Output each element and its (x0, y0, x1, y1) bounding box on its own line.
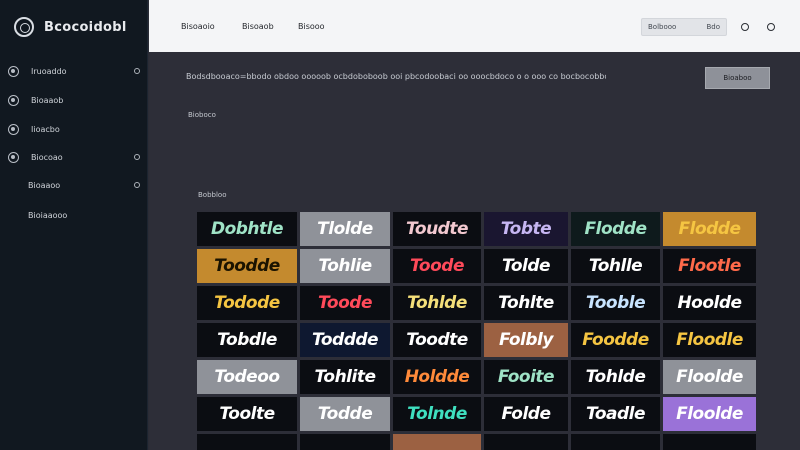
settings-icon[interactable] (741, 23, 749, 31)
top-nav-link-1[interactable]: Bisoaoio (181, 22, 215, 31)
font-tile[interactable]: Folde (484, 397, 568, 431)
sidebar-item-label: Bioiaaooo (28, 210, 68, 220)
font-tile[interactable]: Toolte (197, 397, 297, 431)
font-tile[interactable] (393, 434, 481, 450)
font-tile[interactable]: Floodle (663, 323, 756, 357)
font-tile[interactable]: Toode (300, 286, 390, 320)
top-nav-link-3[interactable]: Bisooo (298, 22, 325, 31)
font-tile[interactable] (300, 434, 390, 450)
sidebar-item-4[interactable]: Biocoao (8, 146, 142, 168)
font-tile[interactable]: Foodde (571, 323, 660, 357)
font-tile[interactable]: Flodde (663, 212, 756, 246)
sidebar-item-3[interactable]: Iioacbo (8, 118, 142, 140)
font-tile[interactable]: Tolde (484, 249, 568, 283)
sidebar-subitem-1[interactable]: Bioaaoo (8, 174, 142, 196)
circle-icon (8, 65, 19, 77)
brand[interactable]: Bcocoidobl (14, 14, 127, 40)
sidebar-item-label: Bioaaob (31, 95, 64, 105)
font-tile[interactable]: Fooite (484, 360, 568, 394)
font-tile[interactable]: Tohlde (393, 286, 481, 320)
expand-icon[interactable] (134, 182, 140, 188)
sidebar: Bcocoidobl Iruoaddo Bioaaob Iioacbo Bioc… (0, 0, 148, 450)
expand-icon[interactable] (134, 68, 140, 74)
font-tile[interactable]: Toadle (571, 397, 660, 431)
font-tile[interactable]: Toode (393, 249, 481, 283)
font-tile[interactable]: Tolnde (393, 397, 481, 431)
brand-name: Bcocoidobl (44, 19, 127, 35)
sidebar-item-label: Iruoaddo (31, 66, 67, 76)
font-tile[interactable] (571, 434, 660, 450)
circle-icon (8, 151, 19, 163)
font-tile[interactable]: Todode (197, 286, 297, 320)
font-tile[interactable]: Flootle (663, 249, 756, 283)
font-tile[interactable]: Tlolde (300, 212, 390, 246)
topbar: Bisoaoio Bisoaob Bisooo Bolbooo Bdo (149, 0, 800, 52)
font-tile[interactable]: Toudte (393, 212, 481, 246)
font-tile[interactable]: Tooble (571, 286, 660, 320)
font-tile[interactable] (484, 434, 568, 450)
circle-icon (8, 94, 19, 106)
font-tile[interactable]: Tohlde (571, 360, 660, 394)
circle-icon (8, 123, 19, 135)
search-box-label: Bolbooo (648, 23, 677, 31)
app-window: Bcocoidobl Iruoaddo Bioaaob Iioacbo Bioc… (0, 0, 800, 450)
font-tile[interactable]: Todde (300, 397, 390, 431)
font-tile[interactable]: Todeoo (197, 360, 297, 394)
search-box[interactable]: Bolbooo Bdo (641, 18, 727, 36)
font-tile[interactable]: Holdde (393, 360, 481, 394)
font-tile[interactable]: Tobte (484, 212, 568, 246)
font-tile[interactable]: Tohlte (484, 286, 568, 320)
font-tile[interactable]: Tohlle (571, 249, 660, 283)
gallery-label: Bobbloo (198, 191, 227, 199)
user-icon[interactable] (767, 23, 775, 31)
font-tile[interactable]: Tohlite (300, 360, 390, 394)
sidebar-item-2[interactable]: Bioaaob (8, 89, 142, 111)
font-tile[interactable]: Toodte (393, 323, 481, 357)
font-tile[interactable]: Folbly (484, 323, 568, 357)
font-tile-grid: Dobhtle Tlolde Toudte Tobte Flodde Flodde Tood… (197, 212, 761, 450)
font-tile[interactable]: Flodde (571, 212, 660, 246)
logo-icon (14, 17, 34, 37)
sidebar-item-label: Bioaaoo (28, 180, 61, 190)
font-tile[interactable] (197, 434, 297, 450)
font-tile[interactable]: Toodde (197, 249, 297, 283)
sidebar-item-label: Iioacbo (31, 124, 60, 134)
font-tile[interactable]: Hoolde (663, 286, 756, 320)
search-box-suffix: Bdo (706, 23, 720, 31)
font-tile[interactable]: Toddde (300, 323, 390, 357)
sidebar-item-1[interactable]: Iruoaddo (8, 60, 142, 82)
expand-icon[interactable] (134, 154, 140, 160)
font-tile[interactable]: Floolde (663, 397, 756, 431)
font-tile[interactable]: Tohlie (300, 249, 390, 283)
section-subheading: Bioboco (188, 111, 216, 119)
primary-button[interactable]: Bioaboo (705, 67, 770, 89)
intro-text: Bodsdbooaco=bbodo obdoo ooooob ocbdobobo… (186, 72, 606, 81)
main-content: Bodsdbooaco=bbodo obdoo ooooob ocbdobobo… (149, 52, 800, 450)
font-tile[interactable]: Floolde (663, 360, 756, 394)
font-tile[interactable] (663, 434, 756, 450)
sidebar-subitem-2[interactable]: Bioiaaooo (8, 204, 142, 226)
font-tile[interactable]: Dobhtle (197, 212, 297, 246)
top-nav-link-2[interactable]: Bisoaob (242, 22, 274, 31)
sidebar-item-label: Biocoao (31, 152, 63, 162)
font-tile[interactable]: Tobdle (197, 323, 297, 357)
